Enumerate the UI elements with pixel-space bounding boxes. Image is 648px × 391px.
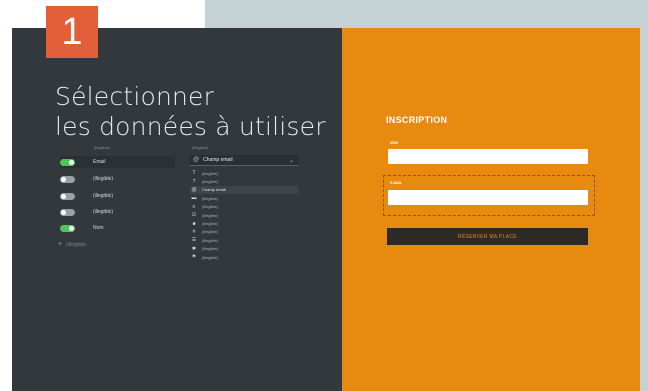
text-icon: T [192, 170, 196, 177]
type-option[interactable]: ✱ (illegible) [190, 245, 298, 253]
type-option-label: Champ email [202, 187, 226, 193]
type-option-label: (illegible) [202, 179, 219, 185]
field-label: (illegible) [93, 176, 114, 182]
type-column-header: (illegible) [192, 145, 209, 150]
field-type-select-value: Champ email [203, 157, 233, 163]
type-option-label: (illegible) [202, 246, 219, 252]
at-icon: @ [193, 157, 200, 163]
email-field-label: E-MAIL [390, 181, 403, 185]
comment-icon: ▬ [191, 195, 197, 202]
menu-icon: ☰ [191, 237, 197, 244]
field-type-select[interactable]: @ Champ email ⌄ [190, 155, 298, 166]
field-row[interactable]: (illegible) [60, 173, 175, 185]
field-label: Nom [93, 225, 104, 231]
field-row-email[interactable]: Email [60, 156, 175, 168]
panel-headline: Sélectionner les données à utiliser [55, 82, 326, 142]
field-column-header: (illegible) [94, 145, 111, 150]
toggle-switch[interactable] [60, 224, 75, 232]
list-icon: ≡ [192, 203, 196, 210]
reserve-seat-button[interactable]: RÉSERVER MA PLACE [387, 228, 588, 245]
field-label: Email [93, 159, 106, 165]
form-title: INSCRIPTION [386, 115, 448, 125]
type-option[interactable]: ≡ (illegible) [190, 203, 298, 211]
hash-icon: # [192, 228, 196, 235]
square-icon: ■ [192, 220, 196, 227]
type-option-label: (illegible) [202, 212, 219, 218]
question-icon: ? [192, 178, 196, 185]
type-option-label: (illegible) [202, 229, 219, 235]
toggle-switch[interactable] [60, 192, 75, 200]
type-option[interactable]: ? (illegible) [190, 177, 298, 185]
type-option-email[interactable]: @ Champ email [190, 185, 298, 195]
magazine-frame-right [640, 0, 648, 391]
app-screen: Sélectionner les données à utiliser (ill… [12, 28, 640, 391]
name-field[interactable] [388, 149, 588, 164]
field-label: (illegible) [93, 209, 114, 215]
name-field-label: NOM [390, 141, 399, 145]
type-option-label: (illegible) [202, 195, 219, 201]
form-preview-panel: INSCRIPTION NOM E-MAIL RÉSERVER MA PLACE [342, 28, 640, 391]
type-option[interactable]: ▬ (illegible) [190, 194, 298, 202]
add-field-link[interactable]: + (illegible) [58, 241, 86, 248]
field-type-menu: T (illegible) ? (illegible) @ Champ emai… [190, 169, 298, 261]
type-option[interactable]: ☰ (illegible) [190, 236, 298, 244]
type-option[interactable]: ■ (illegible) [190, 219, 298, 227]
field-label: (illegible) [93, 193, 114, 199]
type-option-label: (illegible) [202, 254, 219, 260]
type-option-label: (illegible) [202, 170, 219, 176]
toggle-switch[interactable] [60, 208, 75, 216]
toggle-switch[interactable] [60, 158, 75, 166]
toggle-switch[interactable] [60, 175, 75, 183]
checkbox-icon: ☑ [191, 212, 197, 219]
headline-line-1: Sélectionner [55, 82, 215, 111]
plus-icon: + [58, 241, 63, 248]
type-option[interactable]: ⚑ (illegible) [190, 253, 298, 261]
chevron-down-icon: ⌄ [288, 157, 294, 164]
add-field-label: (illegible) [66, 241, 87, 248]
email-field[interactable] [388, 190, 588, 205]
type-option[interactable]: # (illegible) [190, 228, 298, 236]
headline-line-2: les données à utiliser [55, 112, 326, 141]
gear-icon: ✱ [191, 245, 197, 252]
step-number-badge: 1 [46, 6, 98, 58]
magazine-frame-top [205, 0, 648, 28]
field-row[interactable]: (illegible) [60, 206, 175, 218]
at-icon: @ [191, 186, 197, 193]
type-option[interactable]: ☑ (illegible) [190, 211, 298, 219]
field-editor-panel: Sélectionner les données à utiliser (ill… [12, 28, 342, 391]
field-row[interactable]: (illegible) [60, 190, 175, 202]
flag-icon: ⚑ [191, 254, 197, 261]
type-option-label: (illegible) [202, 221, 219, 227]
type-option-label: (illegible) [202, 237, 219, 243]
field-row-nom[interactable]: Nom [60, 222, 175, 234]
type-option-label: (illegible) [202, 204, 219, 210]
type-option[interactable]: T (illegible) [190, 169, 298, 177]
